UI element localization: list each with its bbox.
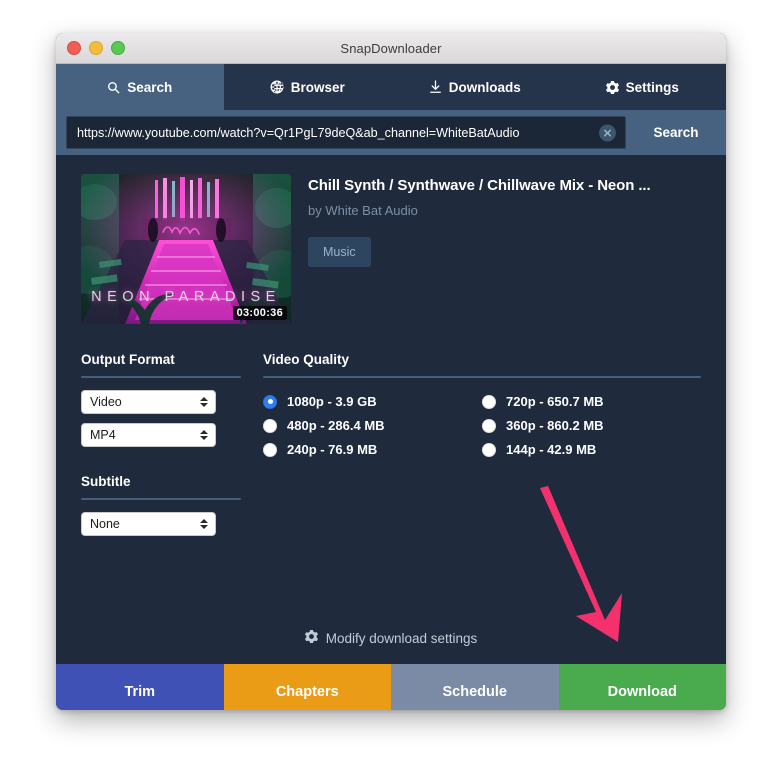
tab-search-label: Search [127, 79, 173, 95]
search-bar: https://www.youtube.com/watch?v=Qr1PgL79… [56, 110, 726, 155]
gear-icon [304, 630, 318, 646]
options-area: Output Format Video MP4 Subtitle None Vi… [56, 324, 726, 545]
thumbnail-caption: NEON PARADISE [91, 289, 281, 305]
tab-downloads[interactable]: Downloads [391, 64, 559, 110]
video-info: NEON PARADISE 03:00:36 Chill Synth / Syn… [56, 155, 726, 324]
modify-download-settings-label: Modify download settings [325, 630, 478, 646]
quality-label: 480p - 286.4 MB [287, 418, 385, 433]
window-title: SnapDownloader [340, 40, 442, 56]
window-titlebar: SnapDownloader [56, 33, 726, 64]
zoom-button[interactable] [111, 41, 125, 55]
tab-browser[interactable]: Browser [224, 64, 392, 110]
quality-option-144p[interactable]: 144p - 42.9 MB [482, 442, 701, 457]
gear-icon [605, 80, 619, 94]
app-window: SnapDownloader Search Browser Downloads … [56, 33, 726, 710]
quality-label: 1080p - 3.9 GB [287, 394, 377, 409]
search-button[interactable]: Search [626, 125, 726, 140]
output-format-heading: Output Format [81, 352, 175, 367]
modify-download-settings-link[interactable]: Modify download settings [56, 630, 726, 646]
quality-option-360p[interactable]: 360p - 860.2 MB [482, 418, 701, 433]
subtitle-rule [81, 498, 241, 500]
output-container-value: MP4 [90, 428, 116, 442]
radio-icon[interactable] [263, 442, 277, 457]
radio-icon[interactable] [482, 442, 496, 457]
main-tabbar: Search Browser Downloads Settings [56, 64, 726, 110]
video-thumbnail[interactable]: NEON PARADISE 03:00:36 [81, 174, 291, 324]
search-icon [107, 81, 120, 94]
url-input[interactable]: https://www.youtube.com/watch?v=Qr1PgL79… [66, 116, 626, 149]
stepper-arrows-icon [200, 519, 208, 529]
tab-downloads-label: Downloads [448, 79, 521, 95]
radio-icon[interactable] [482, 394, 496, 409]
download-icon [429, 80, 442, 94]
quality-label: 144p - 42.9 MB [506, 442, 597, 457]
video-category-badge[interactable]: Music [308, 237, 371, 267]
url-input-value: https://www.youtube.com/watch?v=Qr1PgL79… [77, 125, 520, 140]
stepper-arrows-icon [200, 430, 208, 440]
window-traffic-lights [67, 33, 125, 63]
quality-option-480p[interactable]: 480p - 286.4 MB [263, 418, 482, 433]
quality-label: 360p - 860.2 MB [506, 418, 604, 433]
video-meta: Chill Synth / Synthwave / Chillwave Mix … [291, 174, 704, 324]
download-button[interactable]: Download [558, 664, 726, 710]
minimize-button[interactable] [89, 41, 103, 55]
subtitle-heading: Subtitle [81, 474, 131, 489]
video-quality-options: 1080p - 3.9 GB 720p - 650.7 MB 480p - 28… [263, 390, 701, 457]
quality-label: 720p - 650.7 MB [506, 394, 604, 409]
output-container-select[interactable]: MP4 [81, 423, 216, 447]
video-title: Chill Synth / Synthwave / Chillwave Mix … [308, 177, 651, 194]
trim-button[interactable]: Trim [56, 664, 224, 710]
quality-column: Video Quality 1080p - 3.9 GB 720p - 650.… [241, 352, 701, 545]
output-type-select[interactable]: Video [81, 390, 216, 414]
clear-circle-icon[interactable] [599, 124, 616, 141]
tab-search[interactable]: Search [56, 64, 224, 110]
tab-settings-label: Settings [625, 79, 679, 95]
video-author: by White Bat Audio [308, 203, 418, 218]
action-bar: Trim Chapters Schedule Download [56, 664, 726, 710]
main-content: NEON PARADISE 03:00:36 Chill Synth / Syn… [56, 155, 726, 664]
output-format-rule [81, 376, 241, 378]
subtitle-value: None [90, 517, 120, 531]
quality-label: 240p - 76.9 MB [287, 442, 378, 457]
chapters-button[interactable]: Chapters [223, 664, 391, 710]
tab-browser-label: Browser [290, 79, 345, 95]
video-quality-heading: Video Quality [263, 352, 350, 367]
schedule-button[interactable]: Schedule [391, 664, 559, 710]
tab-settings[interactable]: Settings [559, 64, 727, 110]
subtitle-select[interactable]: None [81, 512, 216, 536]
radio-icon[interactable] [263, 394, 277, 409]
video-quality-rule [263, 376, 701, 378]
stepper-arrows-icon [200, 397, 208, 407]
radio-icon[interactable] [482, 418, 496, 433]
globe-icon [270, 80, 284, 94]
quality-option-720p[interactable]: 720p - 650.7 MB [482, 394, 701, 409]
radio-icon[interactable] [263, 418, 277, 433]
quality-option-1080p[interactable]: 1080p - 3.9 GB [263, 394, 482, 409]
format-column: Output Format Video MP4 Subtitle None [81, 352, 241, 545]
close-button[interactable] [67, 41, 81, 55]
screenshot-canvas: SnapDownloader Search Browser Downloads … [0, 0, 782, 782]
quality-option-240p[interactable]: 240p - 76.9 MB [263, 442, 482, 457]
video-duration: 03:00:36 [232, 306, 287, 320]
output-type-value: Video [90, 395, 122, 409]
